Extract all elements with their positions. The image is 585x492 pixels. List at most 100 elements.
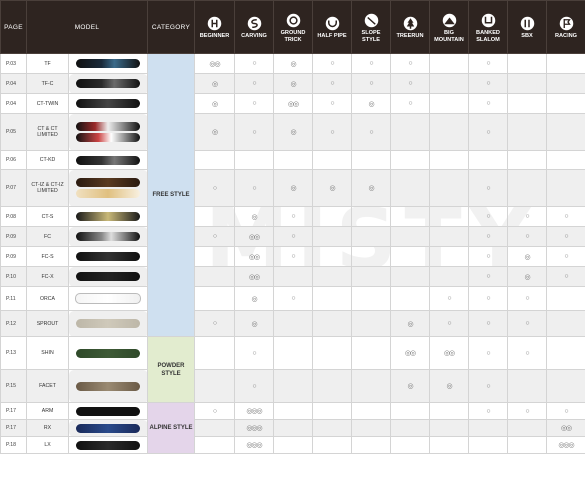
rating-big-mountain — [429, 169, 469, 207]
rating-big-mountain — [429, 266, 469, 287]
rating-big-mountain: ○ — [429, 310, 469, 337]
snowboard-graphic — [76, 212, 140, 221]
rating-racing — [546, 113, 585, 151]
rating-sbx: ○ — [507, 226, 547, 247]
carving-icon — [247, 16, 261, 31]
rating-treerun — [390, 246, 430, 267]
rating-slope-style — [351, 369, 391, 403]
board-image — [68, 436, 148, 454]
rating-ground-trick: ○ — [273, 286, 313, 311]
rating-treerun: ◎ — [390, 369, 430, 403]
rating-treerun — [390, 266, 430, 287]
rating-banked-slalom: ○ — [468, 169, 508, 207]
rating-banked-slalom: ○ — [468, 402, 508, 420]
rating-half-pipe — [312, 310, 352, 337]
page-number: P.15 — [0, 369, 27, 403]
rating-racing — [546, 286, 585, 311]
table-row: P.12 SPROUT ○ ◎ ◎ ○ ○ ○ — [0, 310, 585, 337]
rating-big-mountain — [429, 402, 469, 420]
rating-beginner — [194, 336, 235, 370]
rating-half-pipe — [312, 286, 352, 311]
rating-banked-slalom: ○ — [468, 369, 508, 403]
snowboard-graphic — [76, 406, 140, 416]
column-label: RACING — [554, 33, 578, 39]
category-alpine: ALPINE STYLE — [147, 402, 195, 454]
rating-big-mountain: ◎ — [429, 369, 469, 403]
rating-sbx: ○ — [507, 286, 547, 311]
table-row: P.07 CT-IZ & CT-IZ LIMITED ○ ○ ◎ ◎ ◎ ○ — [0, 169, 585, 207]
rating-ground-trick — [273, 310, 313, 337]
rating-big-mountain — [429, 226, 469, 247]
rating-ground-trick — [273, 369, 313, 403]
page-number: P.18 — [0, 436, 27, 454]
table-row: P.08 CT-S ◎ ○ ○ ○ ○ — [0, 206, 585, 227]
column-header-sbx: SBX — [507, 0, 547, 54]
rating-carving: ○ — [234, 336, 274, 370]
rating-beginner: ○ — [194, 226, 235, 247]
table-row: P.04 CT-TWIN ◎ ○ ◎◎ ○ ◎ ○ ○ — [0, 93, 585, 114]
rating-carving: ○ — [234, 93, 274, 114]
rating-half-pipe — [312, 336, 352, 370]
rating-racing — [546, 73, 585, 94]
model-name: FC — [26, 226, 69, 247]
snowboard-graphic — [76, 232, 140, 241]
rating-racing — [546, 150, 585, 170]
model-name: CT-S — [26, 206, 69, 227]
table-row: P.17 ARM ALPINE STYLE ○ ◎◎◎ ○ ○ ○ — [0, 402, 585, 454]
model-name: ORCA — [26, 286, 69, 311]
board-image — [68, 226, 148, 247]
column-label: TREERUN — [396, 33, 424, 39]
rating-slope-style — [351, 436, 391, 454]
rating-banked-slalom — [468, 419, 508, 437]
page-number: P.13 — [0, 336, 27, 370]
rating-treerun — [390, 402, 430, 420]
board-image — [68, 419, 148, 437]
page-number: P.10 — [0, 266, 27, 287]
column-label: SBX — [521, 33, 533, 39]
rating-banked-slalom — [468, 150, 508, 170]
rating-half-pipe — [312, 436, 352, 454]
board-image — [68, 93, 148, 114]
model-name: CT-IZ & CT-IZ LIMITED — [26, 169, 69, 207]
column-header-treerun: TREERUN — [390, 0, 430, 54]
rating-sbx — [507, 53, 547, 74]
rating-banked-slalom: ○ — [468, 246, 508, 267]
rating-half-pipe: ○ — [312, 113, 352, 151]
model-name: CT & CT LIMITED — [26, 113, 69, 151]
rating-slope-style — [351, 402, 391, 420]
rating-ground-trick: ◎ — [273, 113, 313, 151]
rating-slope-style: ◎ — [351, 169, 391, 207]
beginner-icon — [207, 16, 222, 31]
board-image — [68, 169, 148, 207]
rating-beginner — [194, 419, 235, 437]
rating-big-mountain — [429, 113, 469, 151]
snowboard-graphic — [76, 381, 140, 391]
rating-treerun: ◎◎ — [390, 336, 430, 370]
rating-big-mountain: ○ — [429, 286, 469, 311]
rating-slope-style — [351, 336, 391, 370]
rating-banked-slalom: ○ — [468, 113, 508, 151]
rating-slope-style — [351, 419, 391, 437]
column-label: BANKED SLALOM — [476, 29, 500, 43]
rating-beginner — [194, 266, 235, 287]
rating-treerun: ○ — [390, 93, 430, 114]
model-name: CT-TWIN — [26, 93, 69, 114]
rating-slope-style — [351, 226, 391, 247]
column-header-beginner: BEGINNER — [194, 0, 235, 54]
rating-banked-slalom: ○ — [468, 206, 508, 227]
model-name: LX — [26, 436, 69, 454]
model-name: CT-KD — [26, 150, 69, 170]
page-column-header: PAGE — [0, 0, 27, 54]
snowboard-graphic — [76, 79, 140, 88]
rating-big-mountain — [429, 246, 469, 267]
column-header-ground-trick: GROUND TRICK — [273, 0, 313, 54]
rating-racing — [546, 336, 585, 370]
rating-slope-style: ◎ — [351, 93, 391, 114]
column-header-racing: RACING — [546, 0, 585, 54]
rating-slope-style — [351, 150, 391, 170]
table-row: P.17 RX ◎◎◎ ◎◎ — [0, 419, 585, 437]
rating-half-pipe — [312, 419, 352, 437]
snowboard-graphic — [76, 155, 140, 165]
table-row: P.11 ORCA ◎ ○ ○ ○ ○ — [0, 286, 585, 311]
rating-sbx — [507, 73, 547, 94]
